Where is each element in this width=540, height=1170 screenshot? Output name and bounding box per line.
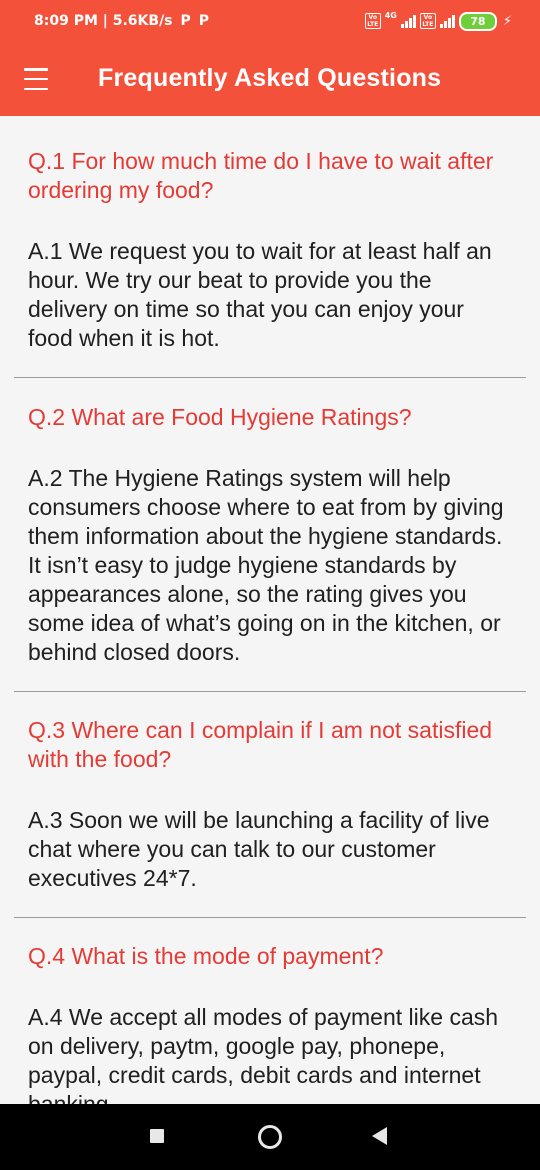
status-bar: 8:09 PM | 5.6KB/s P P Vo LTE 4G Vo LTE 7… (0, 0, 540, 42)
charging-bolt-icon: ⚡ (502, 13, 512, 29)
faq-item-3: Q.3 Where can I complain if I am not sat… (0, 692, 540, 917)
signal-icon (400, 14, 416, 28)
faq-item-2: Q.2 What are Food Hygiene Ratings? A.2 T… (0, 378, 540, 691)
back-icon[interactable] (372, 1127, 387, 1145)
volte-icon: Vo LTE (419, 13, 436, 29)
network-type-label: 4G (384, 10, 397, 20)
status-right: Vo LTE 4G Vo LTE 78 ⚡ (364, 0, 512, 42)
faq-answer: A.1 We request you to wait for at least … (28, 238, 492, 351)
recent-apps-icon[interactable] (150, 1129, 164, 1143)
battery-icon: 78 (458, 11, 497, 31)
faq-answer: A.4 We accept all modes of payment like … (28, 1004, 499, 1104)
app-bar: Frequently Asked Questions (0, 42, 540, 116)
navigation-bar (0, 1104, 540, 1170)
faq-question: Q.1 For how much time do I have to wait … (28, 148, 494, 203)
faq-question: Q.3 Where can I complain if I am not sat… (28, 717, 493, 772)
notification-p-icon: P (198, 13, 210, 29)
hamburger-menu-icon[interactable] (24, 68, 48, 90)
page-title: Frequently Asked Questions (98, 64, 442, 92)
signal-icon (439, 14, 455, 28)
home-icon[interactable] (258, 1125, 282, 1149)
faq-question: Q.2 What are Food Hygiene Ratings? (28, 404, 412, 430)
faq-item-1: Q.1 For how much time do I have to wait … (0, 116, 540, 377)
faq-question: Q.4 What is the mode of payment? (28, 943, 384, 969)
status-time-speed: 8:09 PM | 5.6KB/s (34, 13, 173, 29)
notification-p-icon: P (180, 13, 191, 29)
faq-answer: A.3 Soon we will be launching a facility… (28, 807, 490, 891)
faq-list[interactable]: Q.1 For how much time do I have to wait … (0, 116, 540, 1104)
status-left: 8:09 PM | 5.6KB/s P P (34, 0, 209, 42)
faq-answer: A.2 The Hygiene Ratings system will help… (28, 465, 504, 665)
faq-item-4: Q.4 What is the mode of payment? A.4 We … (0, 918, 540, 1104)
volte-icon: Vo LTE (364, 13, 381, 29)
